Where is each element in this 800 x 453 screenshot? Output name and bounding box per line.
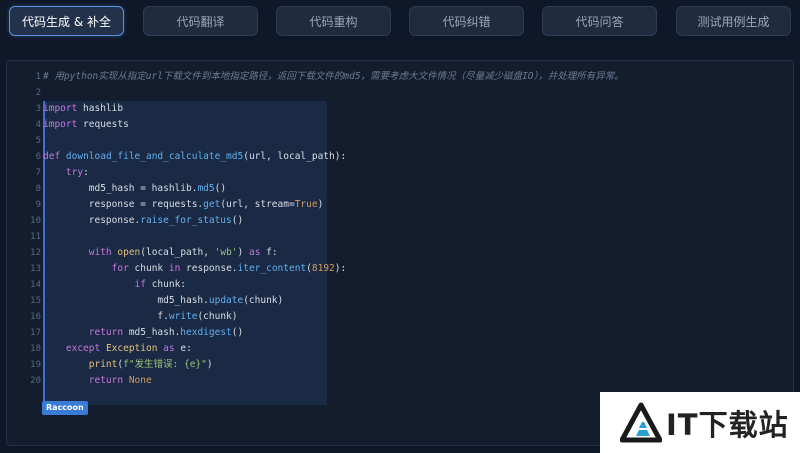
line-number: 18	[30, 344, 41, 354]
code-line: with open(local_path, 'wb') as f:	[88, 247, 278, 258]
line-number: 1	[35, 72, 41, 82]
line-number: 7	[35, 168, 41, 178]
line-number: 17	[30, 328, 41, 338]
line-number-gutter: 1 2 3 4 5 6 7 8 9 10 11 12 13 14 15 16 1…	[7, 69, 41, 389]
code-line: md5_hash = hashlib.md5()	[43, 183, 227, 194]
tab-bar: 代码生成 & 补全 代码翻译 代码重构 代码纠错 代码问答 测试用例生成	[0, 0, 800, 48]
code-line: except Exception as e:	[65, 343, 192, 354]
code-line: print(f"发生错误: {e}")	[88, 359, 213, 370]
line-number: 5	[35, 136, 41, 146]
tab-test-case-generation[interactable]: 测试用例生成	[676, 6, 791, 36]
line-number: 8	[35, 184, 41, 194]
code-line: def download_file_and_calculate_md5(url,…	[43, 151, 347, 162]
raccoon-badge[interactable]: Raccoon	[42, 401, 88, 415]
tab-code-refactor[interactable]: 代码重构	[276, 6, 391, 36]
code-line: import requests	[43, 119, 129, 130]
tab-code-translation[interactable]: 代码翻译	[143, 6, 258, 36]
line-number: 15	[30, 296, 41, 306]
line-number: 3	[35, 104, 41, 114]
code-line: for chunk in response.iter_content(8192)…	[111, 263, 347, 274]
line-number: 11	[30, 232, 41, 242]
code-line: if chunk:	[134, 279, 187, 290]
line-number: 20	[30, 376, 41, 386]
code-line: f.write(chunk)	[43, 311, 238, 322]
triangle-logo-icon	[620, 402, 662, 442]
code-line: response.raise_for_status()	[43, 215, 244, 226]
code-line: return None	[88, 375, 152, 386]
code-line: md5_hash.update(chunk)	[43, 295, 284, 306]
code-editor[interactable]: 1 2 3 4 5 6 7 8 9 10 11 12 13 14 15 16 1…	[6, 60, 794, 446]
line-number: 12	[30, 248, 41, 258]
tab-code-debug[interactable]: 代码纠错	[409, 6, 524, 36]
code-line: import hashlib	[43, 103, 124, 114]
code-line: try:	[65, 167, 89, 178]
line-number: 2	[35, 88, 41, 98]
watermark-text: IT下载站	[666, 407, 789, 442]
line-number: 6	[35, 152, 41, 162]
line-number: 9	[35, 200, 41, 210]
site-watermark: IT下载站	[600, 392, 800, 453]
line-number: 13	[30, 264, 41, 274]
line-number: 16	[30, 312, 41, 322]
line-number: 14	[30, 280, 41, 290]
code-line: return md5_hash.hexdigest()	[88, 327, 244, 338]
line-number: 4	[35, 120, 41, 130]
code-comment-line: # 用python实现从指定url下载文件到本地指定路径，返回下载文件的md5，…	[43, 71, 624, 82]
tab-code-generation[interactable]: 代码生成 & 补全	[9, 6, 124, 36]
line-number: 10	[30, 216, 41, 226]
line-number: 19	[30, 360, 41, 370]
tab-code-qa[interactable]: 代码问答	[542, 6, 657, 36]
code-content[interactable]: # 用python实现从指定url下载文件到本地指定路径，返回下载文件的md5，…	[43, 69, 783, 389]
code-line: response = requests.get(url, stream=True…	[43, 199, 324, 210]
